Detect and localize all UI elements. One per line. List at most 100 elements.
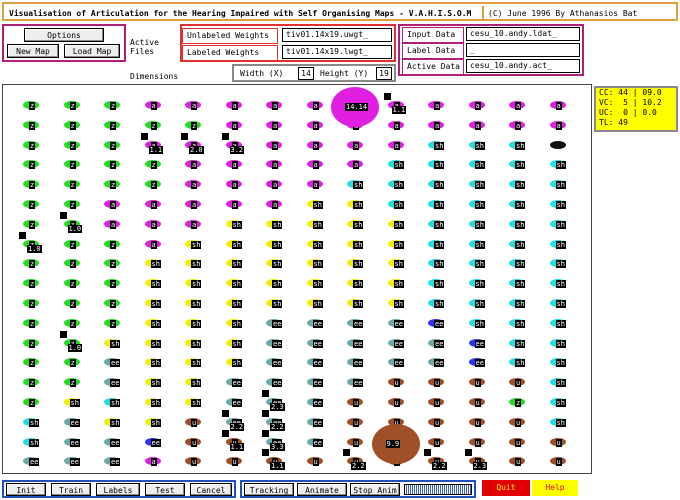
map-node-label: u (515, 438, 522, 447)
input-data-field[interactable]: cesu_10.andy.ldat_ (466, 27, 580, 41)
map-node-label: a (191, 161, 198, 170)
map-node-large-label: 9.9 (385, 439, 401, 448)
map-node-label: a (231, 161, 238, 170)
stop-anim-button[interactable]: Stop Anim (350, 483, 400, 496)
hit-marker (221, 409, 229, 417)
map-node-label: z (110, 181, 117, 190)
map-node-label: z (150, 121, 157, 130)
map-node-label: ee (312, 418, 323, 427)
map-node-label: a (150, 240, 157, 249)
map-node-label: sh (272, 280, 283, 289)
map-node-label: a (272, 161, 279, 170)
map-node-label: sh (150, 399, 161, 407)
map-node-label: ee (312, 438, 323, 447)
map-node-label: u (474, 418, 481, 427)
map-node-label: sh (191, 339, 202, 348)
label-data-field[interactable]: _ (466, 43, 580, 57)
map-node-label: z (69, 300, 76, 308)
map-node-label: u (434, 379, 441, 388)
unlabeled-weights-field[interactable]: tiv01.14x19.uwgt_ (282, 28, 392, 42)
hit-marker (343, 449, 350, 457)
tracking-button[interactable]: Tracking (244, 483, 294, 496)
map-node-label: u (474, 379, 481, 388)
map-node-label: sh (191, 280, 202, 289)
map-node-label: a (312, 141, 319, 150)
map-node-label: sh (191, 300, 202, 308)
width-field[interactable]: 14 (298, 67, 314, 80)
map-node-label: sh (474, 141, 485, 150)
map-node-label: a (231, 121, 238, 130)
load-map-button[interactable]: Load Map (64, 44, 120, 58)
hit-count-label: 3.2 (229, 145, 245, 154)
map-node-label: sh (353, 220, 364, 229)
map-node-label: sh (191, 399, 202, 407)
map-node-label: z (29, 220, 36, 229)
map-node[interactable] (549, 140, 566, 149)
labeled-weights-label: Labeled Weights (182, 45, 278, 61)
map-node-label: sh (515, 220, 526, 229)
labels-button[interactable]: Labels (96, 483, 140, 496)
map-node-label: sh (231, 220, 242, 229)
hit-count-label: 1.1 (229, 442, 245, 451)
active-data-field[interactable]: cesu_10.andy.act_ (466, 59, 580, 73)
map-node-label: sh (353, 201, 364, 209)
map-node-label: u (515, 379, 522, 388)
init-button[interactable]: Init (6, 483, 46, 496)
map-node-label: z (69, 161, 76, 170)
animate-button[interactable]: Animate (297, 483, 347, 496)
map-node-label: ee (110, 379, 121, 388)
new-map-button[interactable]: New Map (7, 44, 59, 58)
som-map[interactable]: z z z a a a a a a a a a a a z z z z z a a a a a a a a a z z z a a a a a a a sh… (2, 84, 592, 474)
map-node-label: ee (353, 359, 364, 368)
labeled-weights-field[interactable]: tiv01.14x19.lwgt_ (282, 45, 392, 59)
map-node-label: a (231, 181, 238, 190)
map-node-label: a (515, 121, 522, 130)
test-button[interactable]: Test (145, 483, 185, 496)
map-node-label: u (555, 438, 562, 447)
progress-slider[interactable] (404, 484, 472, 495)
map-node-label: sh (272, 220, 283, 229)
hit-count-label: 1.1 (270, 462, 285, 471)
map-node-label: sh (231, 300, 242, 308)
map-node-label: sh (150, 319, 161, 328)
map-node-label: ee (312, 379, 323, 388)
map-node-label: sh (312, 240, 323, 249)
map-node-label: z (29, 141, 36, 150)
train-button[interactable]: Train (51, 483, 91, 496)
map-node-label: a (353, 141, 360, 150)
map-node-label: sh (555, 359, 566, 368)
map-node-label: ee (69, 418, 80, 427)
map-node-label: a (150, 201, 157, 209)
map-node-label: u (353, 418, 360, 427)
hit-count-label: 2.0 (189, 145, 204, 154)
map-node-label: sh (231, 319, 242, 328)
map-node-label: sh (312, 280, 323, 289)
map-node-label: ee (393, 359, 404, 368)
cancel-button[interactable]: Cancel (190, 483, 232, 496)
quit-button[interactable]: Quit (482, 480, 530, 496)
map-node-label: sh (312, 300, 323, 308)
help-button[interactable]: Help (532, 480, 578, 496)
map-node-label: sh (555, 319, 566, 328)
map-node-label: sh (555, 399, 566, 407)
height-field[interactable]: 19 (376, 67, 392, 80)
map-node-label: ee (110, 458, 121, 467)
map-node-label: sh (434, 300, 445, 308)
map-node-label: sh (191, 379, 202, 388)
map-node-label: z (69, 260, 76, 269)
map-node-label: sh (393, 260, 404, 269)
hit-marker (19, 231, 26, 239)
copyright-text: (C) June 1996 By Athanasios Bat (488, 9, 638, 18)
map-node-label: sh (69, 399, 80, 407)
map-node-label: u (434, 399, 441, 407)
stats-panel: CC: 44 | 09.0 VC: 5 | 10.2 UC: 0 | 0.0 T… (594, 86, 678, 132)
map-node-label: ee (393, 339, 404, 348)
map-node-label: u (231, 458, 238, 467)
map-node-label: sh (231, 359, 242, 368)
map-node-label: sh (474, 260, 485, 269)
map-node-label: sh (555, 260, 566, 269)
map-node-label: ee (110, 438, 121, 447)
map-node-label: sh (150, 260, 161, 269)
map-node-label: z (69, 240, 76, 249)
hit-count-label: 1.1 (391, 106, 407, 114)
